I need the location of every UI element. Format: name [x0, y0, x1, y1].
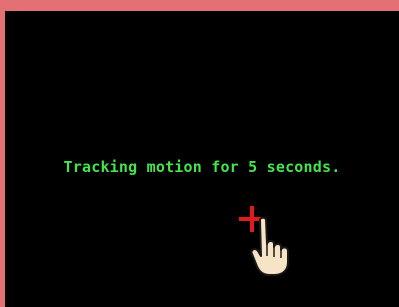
pointing-hand-icon [250, 216, 289, 276]
tracking-screen[interactable]: Tracking motion for 5 seconds. [5, 11, 399, 307]
status-message: Tracking motion for 5 seconds. [63, 158, 341, 176]
window-frame: Tracking motion for 5 seconds. [0, 0, 399, 307]
